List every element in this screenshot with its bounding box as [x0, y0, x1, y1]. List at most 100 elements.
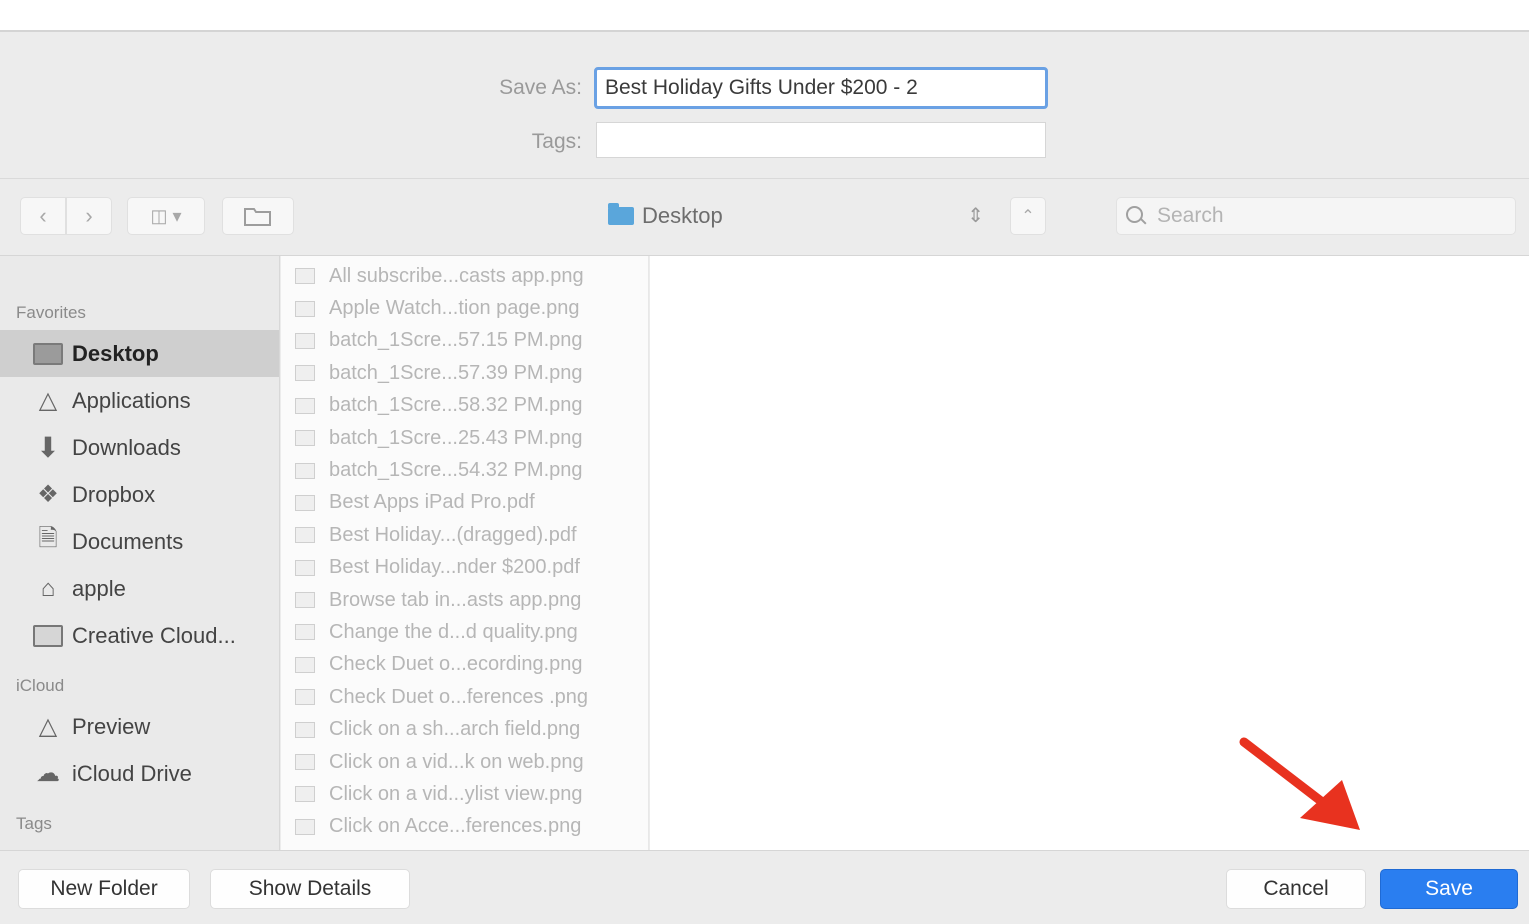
file-row[interactable]: batch_1Scre...57.39 PM.png [281, 357, 648, 389]
file-row[interactable]: Check Duet o...ferences .png [281, 681, 648, 713]
cloud-icon: ☁ [36, 760, 60, 787]
location-label: Desktop [642, 203, 723, 228]
folder-outline-icon [244, 208, 271, 226]
image-file-icon [295, 689, 315, 706]
sidebar-item-dropbox[interactable]: ❖ Dropbox [0, 471, 279, 518]
image-file-icon [295, 592, 315, 609]
preview-pane [650, 256, 1529, 850]
sidebar-item-label: Dropbox [72, 481, 156, 507]
pdf-file-icon [295, 494, 315, 511]
sidebar-item-label: Desktop [72, 340, 159, 366]
chevron-right-icon: › [85, 203, 93, 228]
sidebar-item-label: Downloads [72, 434, 181, 460]
sidebar-item-creative-cloud[interactable]: Creative Cloud... [0, 612, 279, 659]
file-name: Click on Acce...ferences.png [329, 815, 582, 838]
file-name: Best Holiday...nder $200.pdf [329, 556, 580, 579]
pdf-file-icon [295, 559, 315, 576]
show-details-button[interactable]: Show Details [210, 869, 410, 909]
folder-icon [32, 622, 64, 650]
sidebar-item-preview[interactable]: △ Preview [0, 703, 279, 750]
sidebar-item-downloads[interactable]: ⬇ Downloads [0, 424, 279, 471]
documents-icon: 🗎 [38, 525, 58, 552]
sidebar-item-label: Preview [72, 713, 151, 739]
file-row[interactable]: Click on Acce...ferences.png [281, 811, 648, 843]
sidebar-item-icloud-drive[interactable]: ☁ iCloud Drive [0, 750, 279, 797]
image-file-icon [295, 721, 315, 738]
sidebar-item-tag-red[interactable] [0, 841, 279, 850]
new-folder-button[interactable]: New Folder [18, 869, 190, 909]
sidebar-item-applications[interactable]: △ Applications [0, 377, 279, 424]
file-row[interactable]: Check Duet o...ecording.png [281, 649, 648, 681]
image-file-icon [295, 397, 315, 414]
file-name: Best Apps iPad Pro.pdf [329, 491, 535, 514]
image-file-icon [295, 624, 315, 641]
image-file-icon [295, 656, 315, 673]
file-row[interactable]: Best Holiday...(dragged).pdf [281, 519, 648, 551]
file-row[interactable]: Click on a vid...k on web.png [281, 746, 648, 778]
file-name: Change the d...d quality.png [329, 620, 578, 643]
column-view-icon: ◫ ▾ [150, 205, 182, 226]
file-row[interactable]: Best Apps iPad Pro.pdf [281, 487, 648, 519]
file-name: Best Holiday...(dragged).pdf [329, 523, 577, 546]
file-name: batch_1Scre...57.15 PM.png [329, 329, 583, 352]
search-input[interactable] [1157, 204, 1497, 228]
bottom-bar: New Folder Show Details Cancel Save [0, 850, 1529, 924]
file-row[interactable]: Apple Watch...tion page.png [281, 292, 648, 324]
image-file-icon [295, 332, 315, 349]
sidebar-item-label: Applications [72, 387, 191, 413]
file-row[interactable]: batch_1Scre...57.15 PM.png [281, 325, 648, 357]
image-file-icon [295, 300, 315, 317]
file-row[interactable]: Change the d...d quality.png [281, 616, 648, 648]
sidebar-section-favorites: Favorites [16, 303, 86, 322]
image-file-icon [295, 268, 315, 285]
chevron-updown-icon: ⇕ [967, 205, 984, 227]
sidebar-item-documents[interactable]: 🗎 Documents [0, 518, 279, 565]
save-as-field[interactable] [594, 67, 1048, 109]
chevron-left-icon: ‹ [39, 203, 47, 228]
file-name: Click on a vid...ylist view.png [329, 782, 583, 805]
folder-icon [608, 203, 634, 225]
file-row[interactable]: Best Holiday...nder $200.pdf [281, 552, 648, 584]
back-button[interactable]: ‹ [20, 197, 66, 235]
image-file-icon [295, 462, 315, 479]
sidebar-item-label: apple [72, 575, 126, 601]
sidebar-item-label: Documents [72, 528, 184, 554]
tags-label: Tags: [531, 130, 582, 153]
image-file-icon [295, 818, 315, 835]
sidebar-item-desktop[interactable]: Desktop [0, 330, 279, 377]
preview-icon: △ [38, 713, 58, 740]
file-row[interactable]: batch_1Scre...25.43 PM.png [281, 422, 648, 454]
sidebar-section-tags: Tags [16, 814, 52, 833]
file-name: batch_1Scre...25.43 PM.png [329, 426, 583, 449]
sidebar-item-apple[interactable]: ⌂ apple [0, 565, 279, 612]
file-row[interactable]: batch_1Scre...58.32 PM.png [281, 390, 648, 422]
file-name: batch_1Scre...58.32 PM.png [329, 394, 583, 417]
file-name: Check Duet o...ferences .png [329, 685, 589, 708]
search-box[interactable] [1116, 197, 1516, 235]
search-icon [1125, 205, 1147, 227]
save-button[interactable]: Save [1380, 869, 1518, 909]
pdf-file-icon [295, 527, 315, 544]
file-row[interactable]: All subscribe...casts app.png [281, 260, 648, 292]
view-mode-button[interactable]: ◫ ▾ [127, 197, 205, 235]
downloads-icon: ⬇ [36, 432, 60, 463]
file-name: Click on a vid...k on web.png [329, 750, 584, 773]
file-row[interactable]: batch_1Scre...54.32 PM.png [281, 454, 648, 486]
file-name: Browse tab in...asts app.png [329, 588, 582, 611]
forward-button[interactable]: › [66, 197, 112, 235]
file-list[interactable]: All subscribe...casts app.png Apple Watch… [281, 256, 649, 850]
file-row[interactable]: Browse tab in...asts app.png [281, 584, 648, 616]
file-row[interactable]: Click on a sh...arch field.png [281, 713, 648, 745]
cancel-button[interactable]: Cancel [1226, 869, 1366, 909]
home-icon: ⌂ [40, 574, 56, 602]
sidebar: Favorites Desktop △ Applications ⬇ Downl… [0, 256, 280, 850]
file-row[interactable]: Click on a vid...ylist view.png [281, 778, 648, 810]
location-popup[interactable]: Desktop ⇕ [596, 197, 994, 235]
sidebar-item-label: Creative Cloud... [72, 622, 236, 648]
collapse-button[interactable]: ⌃ [1010, 197, 1046, 235]
tags-field[interactable] [596, 122, 1046, 158]
new-folder-toolbar-button[interactable] [222, 197, 294, 235]
file-name: Check Duet o...ecording.png [329, 653, 583, 676]
desktop-folder-icon [32, 340, 64, 368]
toolbar: ‹ › ◫ ▾ Desktop ⇕ ⌃ [0, 178, 1529, 256]
